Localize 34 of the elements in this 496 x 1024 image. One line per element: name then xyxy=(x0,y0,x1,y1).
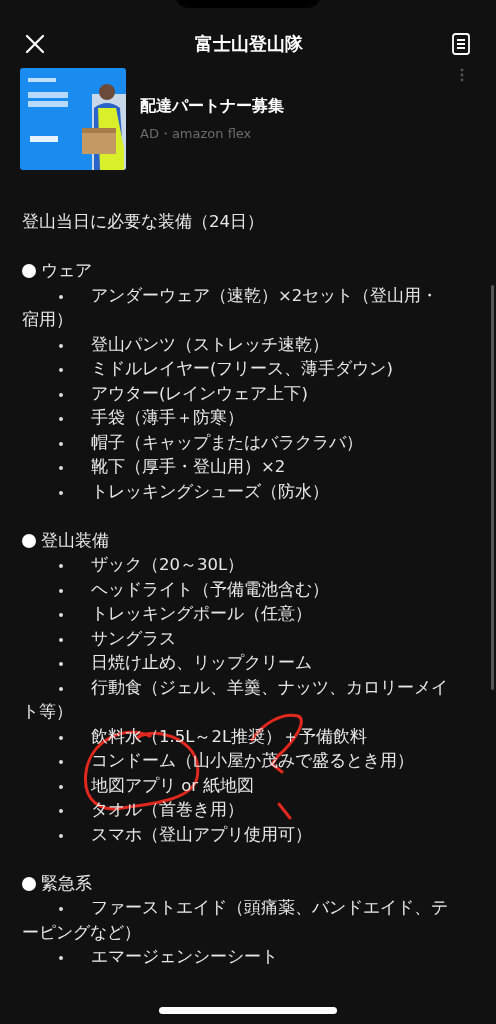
list-item-text: 手袋（薄手＋防寒） xyxy=(22,406,452,431)
close-icon xyxy=(25,34,45,54)
list-item-text: ヘッドライト（予備電池含む） xyxy=(22,577,452,602)
document-icon xyxy=(452,33,470,55)
list-item-text: アウター(レインウェア上下) xyxy=(22,381,452,406)
list-item-text: スマホ（登山アプリ使用可） xyxy=(22,822,452,847)
section-title: 緊急系 xyxy=(41,872,92,895)
note-menu-button[interactable] xyxy=(450,31,472,57)
list-item-text: サングラス xyxy=(22,626,452,651)
bullet-icon xyxy=(22,876,36,891)
note-heading: 登山当日に必要な装備（24日） xyxy=(22,211,265,233)
list-item-text: 行動食（ジェル、羊羹、ナッツ、カロリーメイト等） xyxy=(22,675,452,725)
bullet-icon xyxy=(22,533,36,548)
more-icon xyxy=(460,68,464,82)
close-button[interactable] xyxy=(23,32,47,56)
list-item-text: ザック（20～30L） xyxy=(22,553,452,578)
list-item-text: アンダーウェア（速乾）×2セット（登山用・宿用） xyxy=(22,283,452,333)
ad-title[interactable]: 配達パートナー募集 xyxy=(140,95,284,117)
list-item-text: トレッキングシューズ（防水） xyxy=(22,479,452,504)
list-item-text: エマージェンシーシート xyxy=(22,945,452,970)
scrollbar[interactable] xyxy=(491,285,494,690)
window-title: 富士山登山隊 xyxy=(194,32,303,56)
more-button[interactable] xyxy=(460,68,464,82)
ad-source: AD・amazon flex xyxy=(140,124,253,143)
section-title: ウェア xyxy=(41,260,92,282)
list-item-text: ミドルレイヤー(フリース、薄手ダウン) xyxy=(22,357,452,382)
list-item-text: 日焼け止め、リップクリーム xyxy=(22,651,452,676)
list-item-text: 帽子（キャップまたはバラクラバ） xyxy=(22,430,452,455)
list-item-text: ファーストエイド（頭痛薬、バンドエイド、テーピングなど） xyxy=(22,896,452,945)
bullet-icon xyxy=(22,264,36,279)
list-item-text: 登山パンツ（ストレッチ速乾） xyxy=(22,332,452,357)
list-item-text: トレッキングポール（任意） xyxy=(22,602,452,627)
list-item-text: 靴下（厚手・登山用）×2 xyxy=(22,455,452,480)
section-title: 登山装備 xyxy=(41,529,109,552)
